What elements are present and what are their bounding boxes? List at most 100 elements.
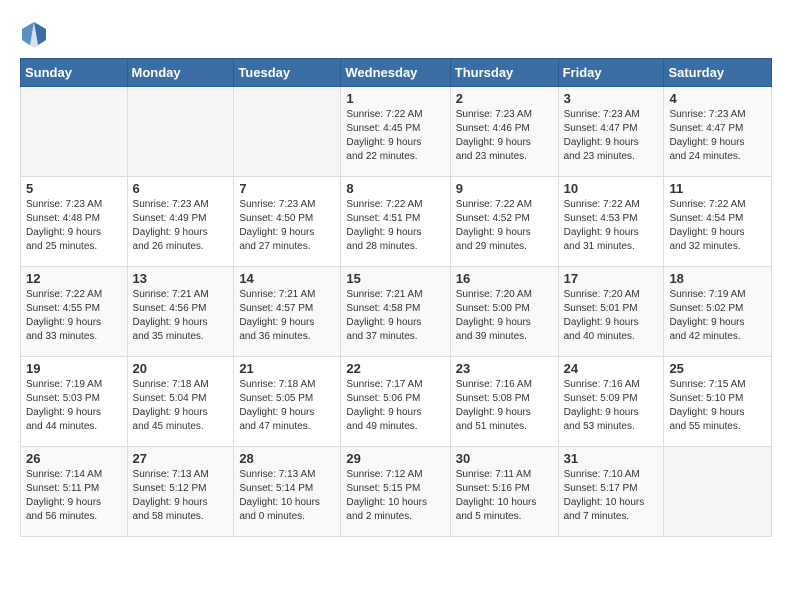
day-info: Sunrise: 7:18 AM Sunset: 5:04 PM Dayligh… xyxy=(133,378,229,434)
calendar-cell: 3Sunrise: 7:23 AM Sunset: 4:47 PM Daylig… xyxy=(558,87,664,177)
day-info: Sunrise: 7:16 AM Sunset: 5:09 PM Dayligh… xyxy=(564,378,659,434)
calendar-cell: 15 Sunrise: 7:21 AM Sunset: 4:58 PM Dayli… xyxy=(341,267,450,357)
day-number: 31 xyxy=(564,451,659,466)
day-number: 1 xyxy=(346,91,444,106)
day-number: 30 xyxy=(456,451,553,466)
weekday-header-row: SundayMondayTuesdayWednesdayThursdayFrid… xyxy=(21,59,772,87)
calendar-cell xyxy=(664,447,772,537)
calendar-cell: 30 Sunrise: 7:11 AM Sunset: 5:16 PM Dayli… xyxy=(450,447,558,537)
day-number: 26 xyxy=(26,451,122,466)
calendar-cell: 27 Sunrise: 7:13 AM Sunset: 5:12 PM Dayli… xyxy=(127,447,234,537)
calendar-cell: 29 Sunrise: 7:12 AM Sunset: 5:15 PM Dayli… xyxy=(341,447,450,537)
day-info: Sunrise: 7:13 AM Sunset: 5:14 PM Dayligh… xyxy=(239,468,335,524)
day-number: 7 xyxy=(239,181,335,196)
day-info: Sunrise: 7:13 AM Sunset: 5:12 PM Dayligh… xyxy=(133,468,229,524)
day-info: Sunrise: 7:23 AM Sunset: 4:46 PM Dayligh… xyxy=(456,108,553,164)
calendar-cell: 28 Sunrise: 7:13 AM Sunset: 5:14 PM Dayli… xyxy=(234,447,341,537)
calendar-cell: 14 Sunrise: 7:21 AM Sunset: 4:57 PM Dayli… xyxy=(234,267,341,357)
day-number: 16 xyxy=(456,271,553,286)
day-info: Sunrise: 7:22 AM Sunset: 4:55 PM Dayligh… xyxy=(26,288,122,344)
day-number: 8 xyxy=(346,181,444,196)
day-info: Sunrise: 7:23 AM Sunset: 4:47 PM Dayligh… xyxy=(669,108,766,164)
day-info: Sunrise: 7:20 AM Sunset: 5:01 PM Dayligh… xyxy=(564,288,659,344)
day-number: 2 xyxy=(456,91,553,106)
weekday-header-sunday: Sunday xyxy=(21,59,128,87)
calendar-cell: 11Sunrise: 7:22 AM Sunset: 4:54 PM Dayli… xyxy=(664,177,772,267)
calendar-cell: 8 Sunrise: 7:22 AM Sunset: 4:51 PM Daylig… xyxy=(341,177,450,267)
day-info: Sunrise: 7:22 AM Sunset: 4:51 PM Dayligh… xyxy=(346,198,444,254)
calendar-cell: 17 Sunrise: 7:20 AM Sunset: 5:01 PM Dayli… xyxy=(558,267,664,357)
calendar-cell: 5 Sunrise: 7:23 AM Sunset: 4:48 PM Daylig… xyxy=(21,177,128,267)
day-info: Sunrise: 7:19 AM Sunset: 5:02 PM Dayligh… xyxy=(669,288,766,344)
day-info: Sunrise: 7:17 AM Sunset: 5:06 PM Dayligh… xyxy=(346,378,444,434)
day-number: 27 xyxy=(133,451,229,466)
calendar-cell: 21Sunrise: 7:18 AM Sunset: 5:05 PM Dayli… xyxy=(234,357,341,447)
day-info: Sunrise: 7:22 AM Sunset: 4:53 PM Dayligh… xyxy=(564,198,659,254)
weekday-header-saturday: Saturday xyxy=(664,59,772,87)
logo-icon xyxy=(20,20,48,48)
calendar-cell: 20 Sunrise: 7:18 AM Sunset: 5:04 PM Dayli… xyxy=(127,357,234,447)
calendar-cell: 10Sunrise: 7:22 AM Sunset: 4:53 PM Dayli… xyxy=(558,177,664,267)
calendar-cell xyxy=(21,87,128,177)
day-number: 24 xyxy=(564,361,659,376)
calendar-cell: 19Sunrise: 7:19 AM Sunset: 5:03 PM Dayli… xyxy=(21,357,128,447)
day-number: 29 xyxy=(346,451,444,466)
page-header xyxy=(20,20,772,48)
calendar-week-4: 26 Sunrise: 7:14 AM Sunset: 5:11 PM Dayli… xyxy=(21,447,772,537)
calendar-table: SundayMondayTuesdayWednesdayThursdayFrid… xyxy=(20,58,772,537)
day-number: 25 xyxy=(669,361,766,376)
day-number: 5 xyxy=(26,181,122,196)
day-number: 4 xyxy=(669,91,766,106)
weekday-header-wednesday: Wednesday xyxy=(341,59,450,87)
calendar-cell: 1 Sunrise: 7:22 AM Sunset: 4:45 PM Daylig… xyxy=(341,87,450,177)
day-number: 13 xyxy=(133,271,229,286)
calendar-cell: 12 Sunrise: 7:22 AM Sunset: 4:55 PM Dayli… xyxy=(21,267,128,357)
day-number: 9 xyxy=(456,181,553,196)
day-number: 12 xyxy=(26,271,122,286)
calendar-cell: 22 Sunrise: 7:17 AM Sunset: 5:06 PM Dayli… xyxy=(341,357,450,447)
calendar-cell: 7Sunrise: 7:23 AM Sunset: 4:50 PM Daylig… xyxy=(234,177,341,267)
calendar-cell xyxy=(234,87,341,177)
day-info: Sunrise: 7:12 AM Sunset: 5:15 PM Dayligh… xyxy=(346,468,444,524)
calendar-cell: 6Sunrise: 7:23 AM Sunset: 4:49 PM Daylig… xyxy=(127,177,234,267)
day-number: 15 xyxy=(346,271,444,286)
calendar-cell: 4 Sunrise: 7:23 AM Sunset: 4:47 PM Daylig… xyxy=(664,87,772,177)
calendar-week-3: 19Sunrise: 7:19 AM Sunset: 5:03 PM Dayli… xyxy=(21,357,772,447)
weekday-header-thursday: Thursday xyxy=(450,59,558,87)
day-info: Sunrise: 7:19 AM Sunset: 5:03 PM Dayligh… xyxy=(26,378,122,434)
day-number: 20 xyxy=(133,361,229,376)
calendar-cell: 18 Sunrise: 7:19 AM Sunset: 5:02 PM Dayli… xyxy=(664,267,772,357)
calendar-cell: 26 Sunrise: 7:14 AM Sunset: 5:11 PM Dayli… xyxy=(21,447,128,537)
calendar-week-1: 5 Sunrise: 7:23 AM Sunset: 4:48 PM Daylig… xyxy=(21,177,772,267)
calendar-cell: 9 Sunrise: 7:22 AM Sunset: 4:52 PM Daylig… xyxy=(450,177,558,267)
weekday-header-tuesday: Tuesday xyxy=(234,59,341,87)
day-number: 14 xyxy=(239,271,335,286)
day-info: Sunrise: 7:22 AM Sunset: 4:54 PM Dayligh… xyxy=(669,198,766,254)
calendar-cell: 2 Sunrise: 7:23 AM Sunset: 4:46 PM Daylig… xyxy=(450,87,558,177)
day-info: Sunrise: 7:16 AM Sunset: 5:08 PM Dayligh… xyxy=(456,378,553,434)
day-number: 21 xyxy=(239,361,335,376)
calendar-cell xyxy=(127,87,234,177)
calendar-cell: 25 Sunrise: 7:15 AM Sunset: 5:10 PM Dayli… xyxy=(664,357,772,447)
calendar-header: SundayMondayTuesdayWednesdayThursdayFrid… xyxy=(21,59,772,87)
day-number: 28 xyxy=(239,451,335,466)
day-info: Sunrise: 7:11 AM Sunset: 5:16 PM Dayligh… xyxy=(456,468,553,524)
day-number: 18 xyxy=(669,271,766,286)
day-number: 22 xyxy=(346,361,444,376)
day-info: Sunrise: 7:23 AM Sunset: 4:47 PM Dayligh… xyxy=(564,108,659,164)
day-info: Sunrise: 7:22 AM Sunset: 4:52 PM Dayligh… xyxy=(456,198,553,254)
calendar-body: 1 Sunrise: 7:22 AM Sunset: 4:45 PM Daylig… xyxy=(21,87,772,537)
calendar-cell: 24 Sunrise: 7:16 AM Sunset: 5:09 PM Dayli… xyxy=(558,357,664,447)
day-number: 17 xyxy=(564,271,659,286)
day-info: Sunrise: 7:23 AM Sunset: 4:48 PM Dayligh… xyxy=(26,198,122,254)
day-info: Sunrise: 7:15 AM Sunset: 5:10 PM Dayligh… xyxy=(669,378,766,434)
day-info: Sunrise: 7:21 AM Sunset: 4:57 PM Dayligh… xyxy=(239,288,335,344)
calendar-cell: 31Sunrise: 7:10 AM Sunset: 5:17 PM Dayli… xyxy=(558,447,664,537)
calendar-cell: 16Sunrise: 7:20 AM Sunset: 5:00 PM Dayli… xyxy=(450,267,558,357)
weekday-header-friday: Friday xyxy=(558,59,664,87)
day-info: Sunrise: 7:14 AM Sunset: 5:11 PM Dayligh… xyxy=(26,468,122,524)
day-info: Sunrise: 7:22 AM Sunset: 4:45 PM Dayligh… xyxy=(346,108,444,164)
day-info: Sunrise: 7:23 AM Sunset: 4:49 PM Dayligh… xyxy=(133,198,229,254)
day-number: 23 xyxy=(456,361,553,376)
day-info: Sunrise: 7:21 AM Sunset: 4:58 PM Dayligh… xyxy=(346,288,444,344)
